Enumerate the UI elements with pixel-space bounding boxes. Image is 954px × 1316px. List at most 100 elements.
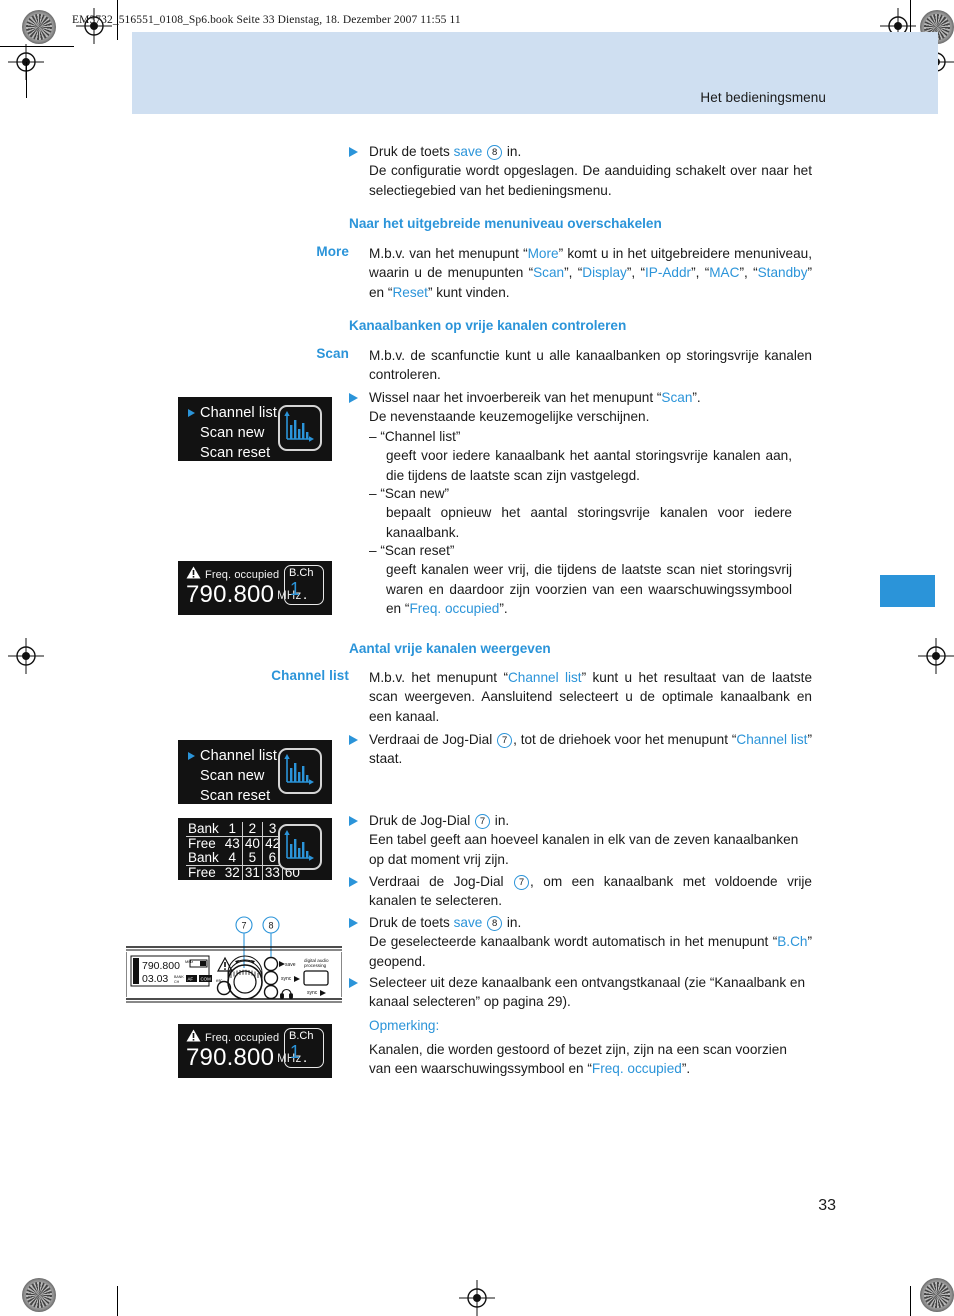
dash-item-scan-new: – “Scan new” bepaalt opnieuw het aantal … [369,484,792,542]
lcd-bch-value: 1 [290,1042,301,1062]
free-cell: 33 [261,865,283,880]
rosette-mark-bottom-right [920,1278,954,1312]
lcd-menu-item-channel-list[interactable]: Channel list [188,403,277,423]
trim-line-vert-left-bottom [117,1286,118,1316]
device-lcd-frequency: 790.800 [142,960,180,972]
menu-link-more[interactable]: More [528,246,559,261]
menu-link-display[interactable]: Display [582,265,627,280]
rosette-mark-bottom-left [22,1278,56,1312]
dash-item-channel-list: – “Channel list” geeft voor iedere kanaa… [369,427,792,485]
row-label-free: Free [188,865,216,880]
freq-occupied-link-2[interactable]: Freq. occupied [592,1061,682,1076]
step-save-bottom-text: Druk de toets save 8 in. De geselecteerd… [369,913,812,971]
menu-link-mac[interactable]: MAC [709,265,739,280]
svg-text:BANK: BANK [174,975,184,979]
lcd-warning-text: Freq. occupied [205,569,280,581]
lcd-bank-table: Bank 1 2 3 Free 43 40 42 Bank 4 5 6 U [178,818,332,880]
lcd-bch-dot: . [303,586,308,603]
receiver-front-panel-illustration: 7 8 790.800 MHz 03.03 BANK CH AF COM esc… [125,916,343,1008]
lcd-menu-item-scan-new[interactable]: Scan new [188,766,277,786]
step-jog-select: Verdraai de Jog-Dial 7, om een kanaalban… [349,872,812,911]
free-cell: 32 [224,865,240,880]
free-cell: 31 [241,865,263,880]
menu-link-ip-addr[interactable]: IP-Addr [645,265,691,280]
heading-scan: Kanaalbanken op vrije kanalen controlere… [349,318,627,333]
bullet-arrow-icon [349,918,358,928]
bank-cell: 5 [241,851,263,866]
callout-7: 7 [475,814,491,829]
bank-cell: 2 [241,822,263,837]
trim-line-vert-right-bottom [910,1286,911,1316]
lcd-bch-box: B.Ch 1 . [284,1028,324,1068]
scan-bargraph-icon [278,748,322,794]
menu-link-standby[interactable]: Standby [758,265,808,280]
step-jog-select-text: Verdraai de Jog-Dial 7, om een kanaalban… [369,874,812,909]
lcd-scan-menu-2: Channel list Scan new Scan reset [178,740,332,804]
step-save-top: Druk de toets save 8 in. De configuratie… [349,142,812,200]
lcd-menu-item-scan-reset[interactable]: Scan reset [188,786,277,804]
trim-line-top [0,46,74,47]
device-dap-sync-label: sync [307,990,318,996]
callout-7-label: 7 [241,921,246,931]
save-key-link[interactable]: save [454,144,483,159]
device-sync-button [263,970,279,986]
row-label-bank: Bank [186,851,223,866]
page-number: 33 [818,1197,836,1214]
para-scan: M.b.v. de scanfunctie kunt u alle kanaal… [369,348,812,383]
lcd-menu-item-scan-reset[interactable]: Scan reset [188,443,277,461]
step-save-bottom-line2: De geselecteerde kanaalbank wordt automa… [369,934,812,969]
step-scan-line2: De nevenstaande keuzemogelijke verschijn… [369,409,650,425]
crosshair-mark-bottom-center [459,1280,495,1316]
free-cell: 43 [224,836,240,851]
device-dap-label-2: processing [304,963,327,968]
bank-cell: 4 [222,851,243,866]
dash-item-scan-reset: – “Scan reset” geeft kanalen weer vrij, … [369,541,792,619]
bullet-arrow-icon [349,816,358,826]
menu-link-scan-2[interactable]: Scan [661,390,692,405]
device-save-label: save [285,962,296,968]
lcd-bch-label: B.Ch [289,567,314,579]
dash-body: geeft kanalen weer vrij, die tijdens de … [386,562,792,617]
device-jog-dial [227,964,263,1000]
step-save-top-text: Druk de toets save 8 in. De configuratie… [369,142,812,200]
rosette-mark-top-left [22,10,56,44]
callout-8: 8 [487,916,503,931]
menu-link-channel-list[interactable]: Channel list [508,670,582,685]
note-body: Kanalen, die worden gestoord of bezet zi… [369,1042,787,1077]
step-save-bottom: Druk de toets save 8 in. De geselecteerd… [349,913,812,971]
svg-text:CH: CH [174,980,180,984]
margin-label-more: More [316,244,349,259]
note-heading: Opmerking: [369,1018,440,1033]
trim-line-left [26,62,27,98]
step-jog-turn: Verdraai de Jog-Dial 7, tot de driehoek … [349,730,812,769]
scan-bargraph-icon [278,824,322,870]
menu-link-scan[interactable]: Scan [533,265,564,280]
menu-link-bch[interactable]: B.Ch [777,934,807,949]
menu-link-channel-list-2[interactable]: Channel list [736,732,807,747]
menu-link-reset[interactable]: Reset [392,285,428,300]
freq-occupied-link[interactable]: Freq. occupied [409,601,499,616]
save-key-link-2[interactable]: save [454,915,483,930]
free-cell: 40 [241,836,263,851]
device-lcd-bank-channel: 03.03 [142,973,168,985]
lcd-scan-menu-1: Channel list Scan new Scan reset [178,397,332,461]
step-jog-press-text: Druk de Jog-Dial 7 in. Een tabel geeft a… [369,811,812,869]
lcd-menu-item-channel-list[interactable]: Channel list [188,746,277,766]
para-more: M.b.v. van het menupunt “More” komt u in… [369,246,813,300]
lcd-freq-occupied-2: Freq. occupied 790.800 MHz B.Ch 1 . [178,1024,332,1078]
dash-title: – “Scan new” [369,486,450,501]
device-headphone-jack [263,984,279,1000]
step-jog-press: Druk de Jog-Dial 7 in. Een tabel geeft a… [349,811,812,869]
lcd-menu-item-scan-new[interactable]: Scan new [188,423,277,443]
margin-label-channel-list: Channel list [271,668,349,683]
device-save-button [263,956,279,972]
bullet-arrow-icon [349,978,358,988]
margin-thumb-tab [880,575,935,607]
crosshair-mark-right-middle [918,638,954,674]
page-title: Het bedieningsmenu [700,90,826,105]
row-label-bank: Bank [186,822,223,837]
device-sync-label: sync [281,976,292,982]
dash-title: – “Scan reset” [369,543,455,558]
margin-label-scan: Scan [316,346,349,361]
row-label-free: Free [188,836,216,851]
